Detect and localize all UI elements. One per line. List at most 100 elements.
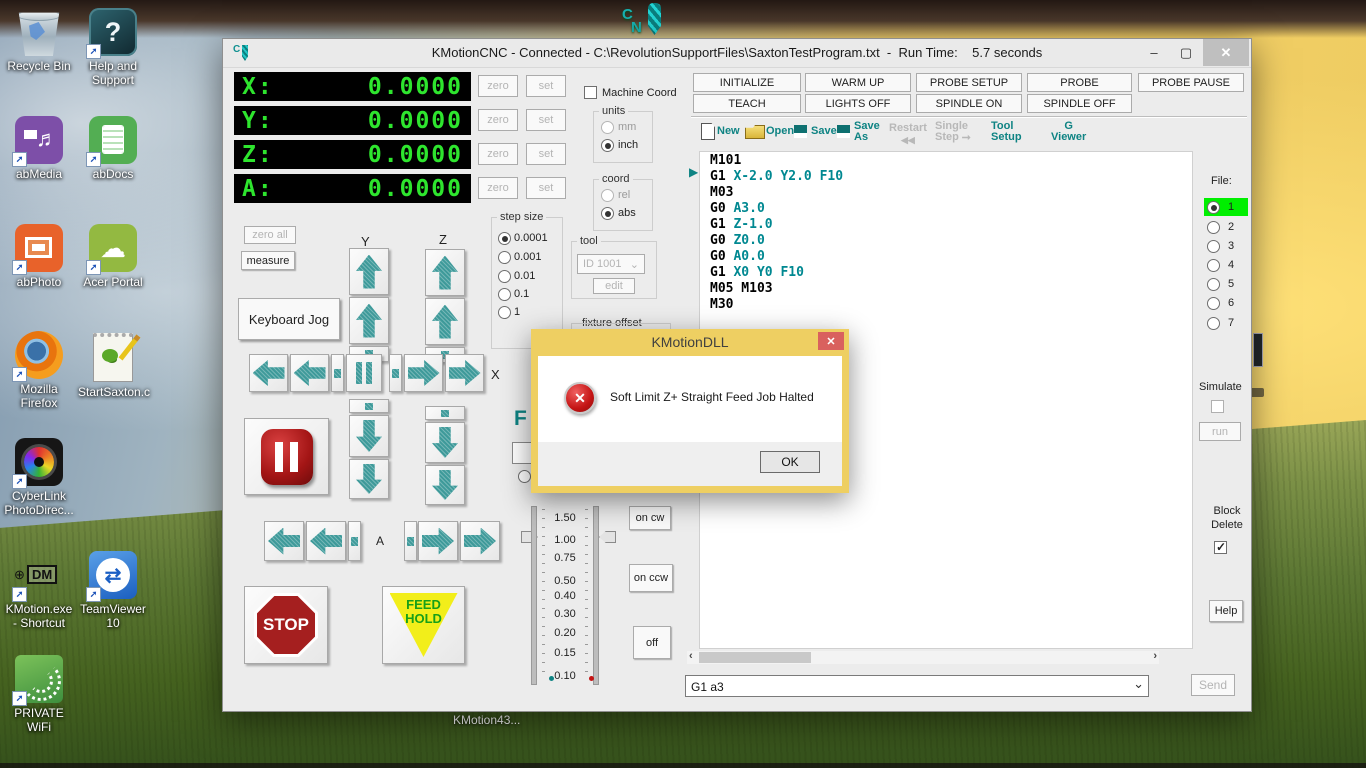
feed-hold-button[interactable]: FEED HOLD bbox=[382, 586, 465, 664]
spindle-on-cw-button[interactable]: on cw bbox=[629, 506, 671, 530]
set-a-button[interactable]: set bbox=[526, 177, 566, 199]
keyboard-jog-button[interactable]: Keyboard Jog bbox=[238, 298, 340, 340]
stop-button[interactable]: STOP bbox=[244, 586, 328, 664]
step-full-radio[interactable] bbox=[498, 306, 511, 319]
jog-x-plus-step-button[interactable] bbox=[389, 354, 402, 392]
measure-button[interactable]: measure bbox=[241, 251, 295, 270]
zero-y-button[interactable]: zero bbox=[478, 109, 518, 131]
run-button[interactable]: run bbox=[1199, 422, 1241, 441]
step-001-radio[interactable] bbox=[498, 251, 511, 264]
background-window-label[interactable]: KMotion43... bbox=[453, 713, 520, 727]
jog-z-plus-button[interactable] bbox=[425, 298, 465, 345]
gcode-line[interactable]: G1 bbox=[710, 265, 726, 280]
probe-setup-button[interactable]: PROBE SETUP bbox=[916, 73, 1022, 92]
tool-select-dropdown[interactable]: ID 1001⌄ bbox=[577, 254, 645, 274]
zero-x-button[interactable]: zero bbox=[478, 75, 518, 97]
jog-y-minus-fast-button[interactable] bbox=[349, 459, 389, 499]
new-button[interactable]: New bbox=[717, 126, 740, 137]
tool-edit-button[interactable]: edit bbox=[593, 278, 635, 294]
mdi-command-combobox[interactable]: G1 a3 ⌄ bbox=[685, 675, 1149, 697]
feed-rate-radio[interactable] bbox=[518, 470, 531, 483]
jog-z-minus-fast-button[interactable] bbox=[425, 465, 465, 505]
jog-x-minus-fast-button[interactable] bbox=[249, 354, 288, 392]
desktop-icon-help-support[interactable]: ➚ Help and Support bbox=[78, 8, 148, 87]
file-2-radio[interactable] bbox=[1207, 221, 1220, 234]
block-delete-checkbox[interactable] bbox=[1214, 541, 1227, 554]
minimize-button[interactable]: – bbox=[1137, 39, 1171, 66]
scroll-left-arrow-icon[interactable]: ‹ bbox=[689, 650, 693, 662]
pause-job-button[interactable] bbox=[244, 418, 329, 495]
units-inch-radio[interactable] bbox=[601, 139, 614, 152]
ok-button[interactable]: OK bbox=[760, 451, 820, 473]
gcode-line[interactable]: G0 bbox=[710, 201, 726, 216]
desktop-icon-firefox[interactable]: ➚ Mozilla Firefox bbox=[4, 331, 74, 410]
jog-a-minus-button[interactable] bbox=[306, 521, 346, 561]
tool-setup-button[interactable]: Tool Setup bbox=[991, 121, 1022, 143]
jog-a-plus-step-button[interactable] bbox=[404, 521, 417, 561]
jog-z-minus-step-button[interactable] bbox=[425, 406, 465, 420]
gcode-line[interactable]: M05 M103 bbox=[710, 281, 773, 296]
step-0001-radio[interactable] bbox=[498, 232, 511, 245]
file-3-radio[interactable] bbox=[1207, 240, 1220, 253]
desktop-icon-abmedia[interactable]: ➚ abMedia bbox=[4, 116, 74, 181]
jog-z-minus-button[interactable] bbox=[425, 422, 465, 463]
desktop-icon-abdocs[interactable]: ➚ abDocs bbox=[78, 116, 148, 181]
jog-y-plus-button[interactable] bbox=[349, 297, 389, 344]
jog-a-minus-step-button[interactable] bbox=[348, 521, 361, 561]
jog-a-plus-button[interactable] bbox=[418, 521, 458, 561]
save-as-button[interactable]: Save As bbox=[854, 121, 880, 143]
save-button[interactable]: Save bbox=[811, 126, 837, 137]
open-button[interactable]: Open bbox=[766, 126, 794, 137]
save-as-floppy-icon[interactable] bbox=[837, 125, 850, 138]
zero-z-button[interactable]: zero bbox=[478, 143, 518, 165]
g-viewer-button[interactable]: G Viewer bbox=[1051, 121, 1086, 143]
step-1-radio[interactable] bbox=[498, 288, 511, 301]
set-y-button[interactable]: set bbox=[526, 109, 566, 131]
spindle-override-slider-thumb[interactable] bbox=[599, 531, 616, 543]
gcode-line[interactable]: G0 bbox=[710, 233, 726, 248]
gcode-h-scrollbar[interactable]: ‹ › bbox=[687, 651, 1159, 664]
probe-pause-button[interactable]: PROBE PAUSE bbox=[1138, 73, 1244, 92]
jog-pause-button[interactable] bbox=[346, 354, 382, 392]
file-4-radio[interactable] bbox=[1207, 259, 1220, 272]
simulate-checkbox[interactable] bbox=[1211, 400, 1224, 413]
gcode-line[interactable]: G0 bbox=[710, 249, 726, 264]
initialize-button[interactable]: INITIALIZE bbox=[693, 73, 801, 92]
jog-x-minus-step-button[interactable] bbox=[331, 354, 344, 392]
machine-coord-checkbox[interactable] bbox=[584, 86, 597, 99]
dialog-close-button[interactable]: ✕ bbox=[818, 332, 844, 350]
save-floppy-icon[interactable] bbox=[794, 125, 807, 138]
desktop-icon-private-wifi[interactable]: ➚ PRIVATE WiFi bbox=[4, 655, 74, 734]
jog-a-minus-fast-button[interactable] bbox=[264, 521, 304, 561]
file-6-radio[interactable] bbox=[1207, 297, 1220, 310]
gcode-line[interactable]: M30 bbox=[710, 297, 733, 312]
file-1-radio[interactable] bbox=[1207, 201, 1220, 214]
scrollbar-thumb[interactable] bbox=[699, 652, 811, 663]
lights-off-button[interactable]: LIGHTS OFF bbox=[805, 94, 911, 113]
new-file-icon[interactable] bbox=[701, 123, 715, 140]
teach-button[interactable]: TEACH bbox=[693, 94, 801, 113]
file-5-radio[interactable] bbox=[1207, 278, 1220, 291]
gcode-line[interactable]: G1 bbox=[710, 217, 726, 232]
maximize-button[interactable]: ▢ bbox=[1169, 39, 1203, 66]
close-button[interactable]: ✕ bbox=[1203, 39, 1249, 66]
units-mm-radio[interactable] bbox=[601, 121, 614, 134]
open-folder-icon[interactable] bbox=[745, 125, 765, 139]
probe-button[interactable]: PROBE bbox=[1027, 73, 1132, 92]
title-bar[interactable]: KMotionCNC - Connected - C:\RevolutionSu… bbox=[223, 39, 1251, 68]
jog-x-plus-button[interactable] bbox=[404, 354, 443, 392]
jog-a-plus-fast-button[interactable] bbox=[460, 521, 500, 561]
desktop-icon-teamviewer[interactable]: ➚ TeamViewer 10 bbox=[78, 551, 148, 630]
set-z-button[interactable]: set bbox=[526, 143, 566, 165]
spindle-off-button[interactable]: SPINDLE OFF bbox=[1027, 94, 1132, 113]
coord-abs-radio[interactable] bbox=[601, 207, 614, 220]
jog-y-minus-button[interactable] bbox=[349, 415, 389, 457]
zero-all-button[interactable]: zero all bbox=[244, 226, 296, 244]
desktop-icon-abphoto[interactable]: ➚ abPhoto bbox=[4, 224, 74, 289]
jog-y-plus-fast-button[interactable] bbox=[349, 248, 389, 295]
restart-button[interactable]: Restart bbox=[889, 123, 927, 134]
spindle-on-ccw-button[interactable]: on ccw bbox=[629, 564, 673, 592]
taskbar-edge[interactable] bbox=[0, 763, 1366, 768]
desktop-icon-kmotion-exe[interactable]: ➚ KMotion.exe - Shortcut bbox=[4, 551, 74, 630]
step-01-radio[interactable] bbox=[498, 270, 511, 283]
